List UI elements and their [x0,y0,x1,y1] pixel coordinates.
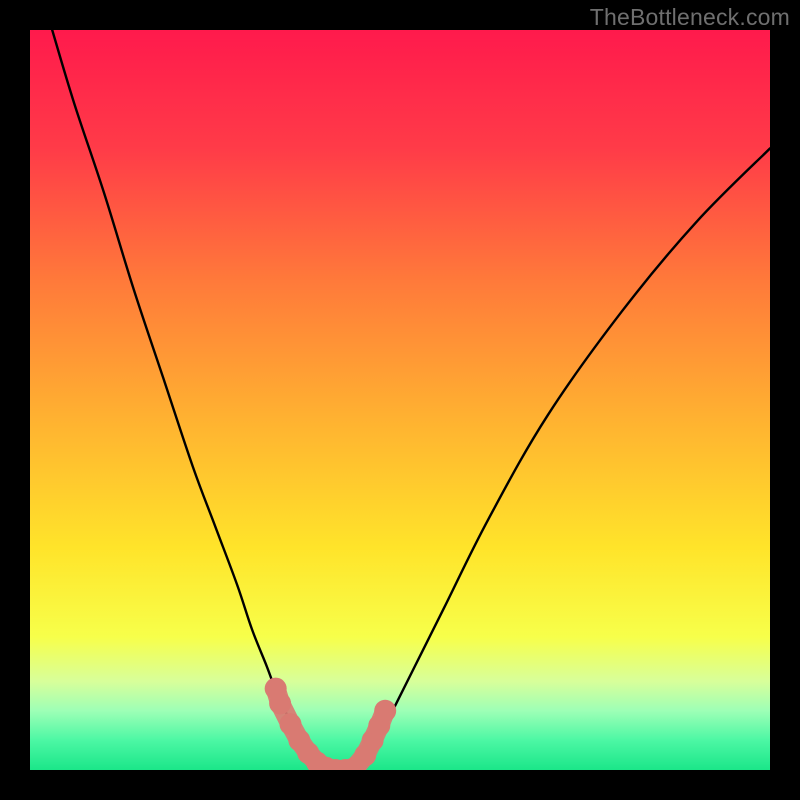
attribution-label: TheBottleneck.com [590,4,790,31]
data-markers [265,678,397,770]
curve-right-branch [356,148,770,770]
curve-left-branch [52,30,326,770]
marker-dot [269,692,291,714]
chart-overlay [30,30,770,770]
plot-area [30,30,770,770]
marker-dot [374,700,396,722]
chart-frame: TheBottleneck.com [0,0,800,800]
